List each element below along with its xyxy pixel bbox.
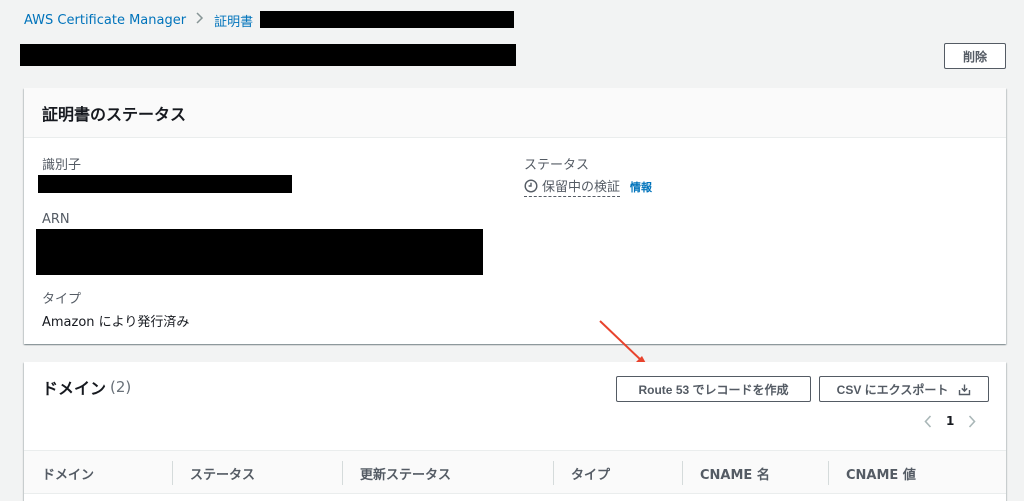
column-header-cname-value[interactable]: CNAME 値 [846,451,916,495]
status-info-link[interactable]: 情報 [630,179,652,195]
column-divider [172,461,173,485]
pagination: 1 [924,414,976,428]
column-header-cname-name[interactable]: CNAME 名 [700,451,770,495]
page-number[interactable]: 1 [946,414,954,428]
type-value: Amazon により発行済み [42,315,190,330]
column-divider [342,461,343,485]
clock-icon [524,178,538,193]
column-header-status[interactable]: ステータス [190,451,255,495]
redacted-identifier [38,175,292,193]
create-route53-records-button[interactable]: Route 53 でレコードを作成 [616,376,811,402]
identifier-label: 識別子 [42,158,82,173]
column-header-renewal-status[interactable]: 更新ステータス [360,451,451,495]
delete-button[interactable]: 削除 [944,43,1006,69]
domains-panel: ドメイン (2) Route 53 でレコードを作成 CSV にエクスポート 1… [24,362,1006,501]
redacted-page-title [20,44,516,66]
column-header-domain[interactable]: ドメイン [42,451,94,495]
redacted-certificate-id-breadcrumb [260,11,514,28]
chevron-right-icon[interactable] [968,414,976,428]
certificate-status-panel: 証明書のステータス 識別子 ARN タイプ Amazon により発行済み ステー… [24,88,1006,344]
export-csv-button[interactable]: CSV にエクスポート [819,376,989,402]
breadcrumb: AWS Certificate Manager 証明書 [24,10,281,30]
type-label: タイプ [42,292,82,307]
column-divider [682,461,683,485]
redacted-arn [36,229,483,275]
breadcrumb-acm-link[interactable]: AWS Certificate Manager [24,13,186,28]
download-icon [958,383,971,396]
status-value: 保留中の検証 [524,176,621,197]
column-divider [828,461,829,485]
status-panel-title: 証明書のステータス [42,104,187,124]
column-header-type[interactable]: タイプ [571,451,610,495]
column-divider [553,461,554,485]
domains-count: (2) [110,378,132,396]
status-label: ステータス [524,158,590,173]
domains-title: ドメイン [42,379,107,398]
status-panel-header: 証明書のステータス [24,88,1006,138]
status-value-text: 保留中の検証 [542,180,621,195]
arn-label: ARN [42,212,70,227]
status-row: 保留中の検証 情報 [524,176,652,197]
chevron-left-icon[interactable] [924,414,932,428]
breadcrumb-certificates-link[interactable]: 証明書 [214,11,253,30]
export-csv-label: CSV にエクスポート [836,382,949,397]
chevron-right-icon [196,12,204,28]
domains-table-header: ドメイン ステータス 更新ステータス タイプ CNAME 名 CNAME 値 [24,450,1006,494]
